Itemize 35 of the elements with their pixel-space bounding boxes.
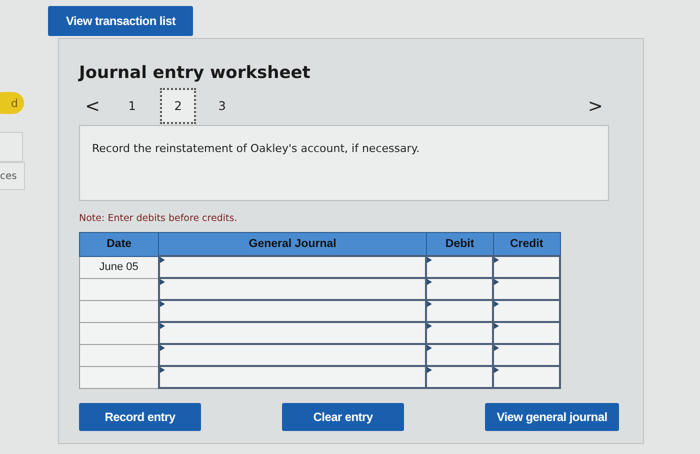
- entry-field[interactable]: [426, 322, 494, 344]
- column-header: General Journal: [158, 232, 426, 256]
- entry-field[interactable]: [158, 300, 426, 322]
- entry-field[interactable]: [158, 344, 426, 366]
- date-cell: June 05: [80, 256, 159, 278]
- instruction-text: Record the reinstatement of Oakley's account, if necessary.: [79, 125, 609, 201]
- entry-field[interactable]: [493, 300, 560, 322]
- page-tab[interactable]: 2: [160, 88, 196, 124]
- entry-field[interactable]: [158, 278, 426, 300]
- entry-field[interactable]: [493, 366, 560, 388]
- entry-field[interactable]: [426, 344, 494, 366]
- entry-field[interactable]: [158, 256, 426, 278]
- entry-field[interactable]: [493, 278, 560, 300]
- note-text: Note: Enter debits before credits.: [79, 213, 238, 224]
- action-button[interactable]: View general journal: [485, 403, 619, 431]
- column-header: Debit: [426, 232, 494, 256]
- side-tab[interactable]: ces: [0, 162, 25, 190]
- column-header: Date: [80, 232, 159, 256]
- entry-field[interactable]: [426, 300, 494, 322]
- page-tab[interactable]: 3: [204, 88, 240, 124]
- entry-field[interactable]: [426, 278, 494, 300]
- entry-field[interactable]: [493, 256, 560, 278]
- entry-field[interactable]: [493, 344, 560, 366]
- view-transaction-list-button[interactable]: View transaction list: [48, 6, 193, 36]
- side-badge[interactable]: d: [0, 92, 24, 114]
- action-button[interactable]: Record entry: [79, 403, 201, 431]
- page-tab[interactable]: 1: [114, 88, 150, 124]
- action-button[interactable]: Clear entry: [282, 403, 404, 431]
- entry-field[interactable]: [426, 256, 494, 278]
- entry-field[interactable]: [158, 366, 426, 388]
- worksheet-title: Journal entry worksheet: [79, 63, 312, 83]
- column-header: Credit: [493, 232, 560, 256]
- entry-field[interactable]: [158, 322, 426, 344]
- entry-field[interactable]: [426, 366, 494, 388]
- entry-field[interactable]: [493, 322, 560, 344]
